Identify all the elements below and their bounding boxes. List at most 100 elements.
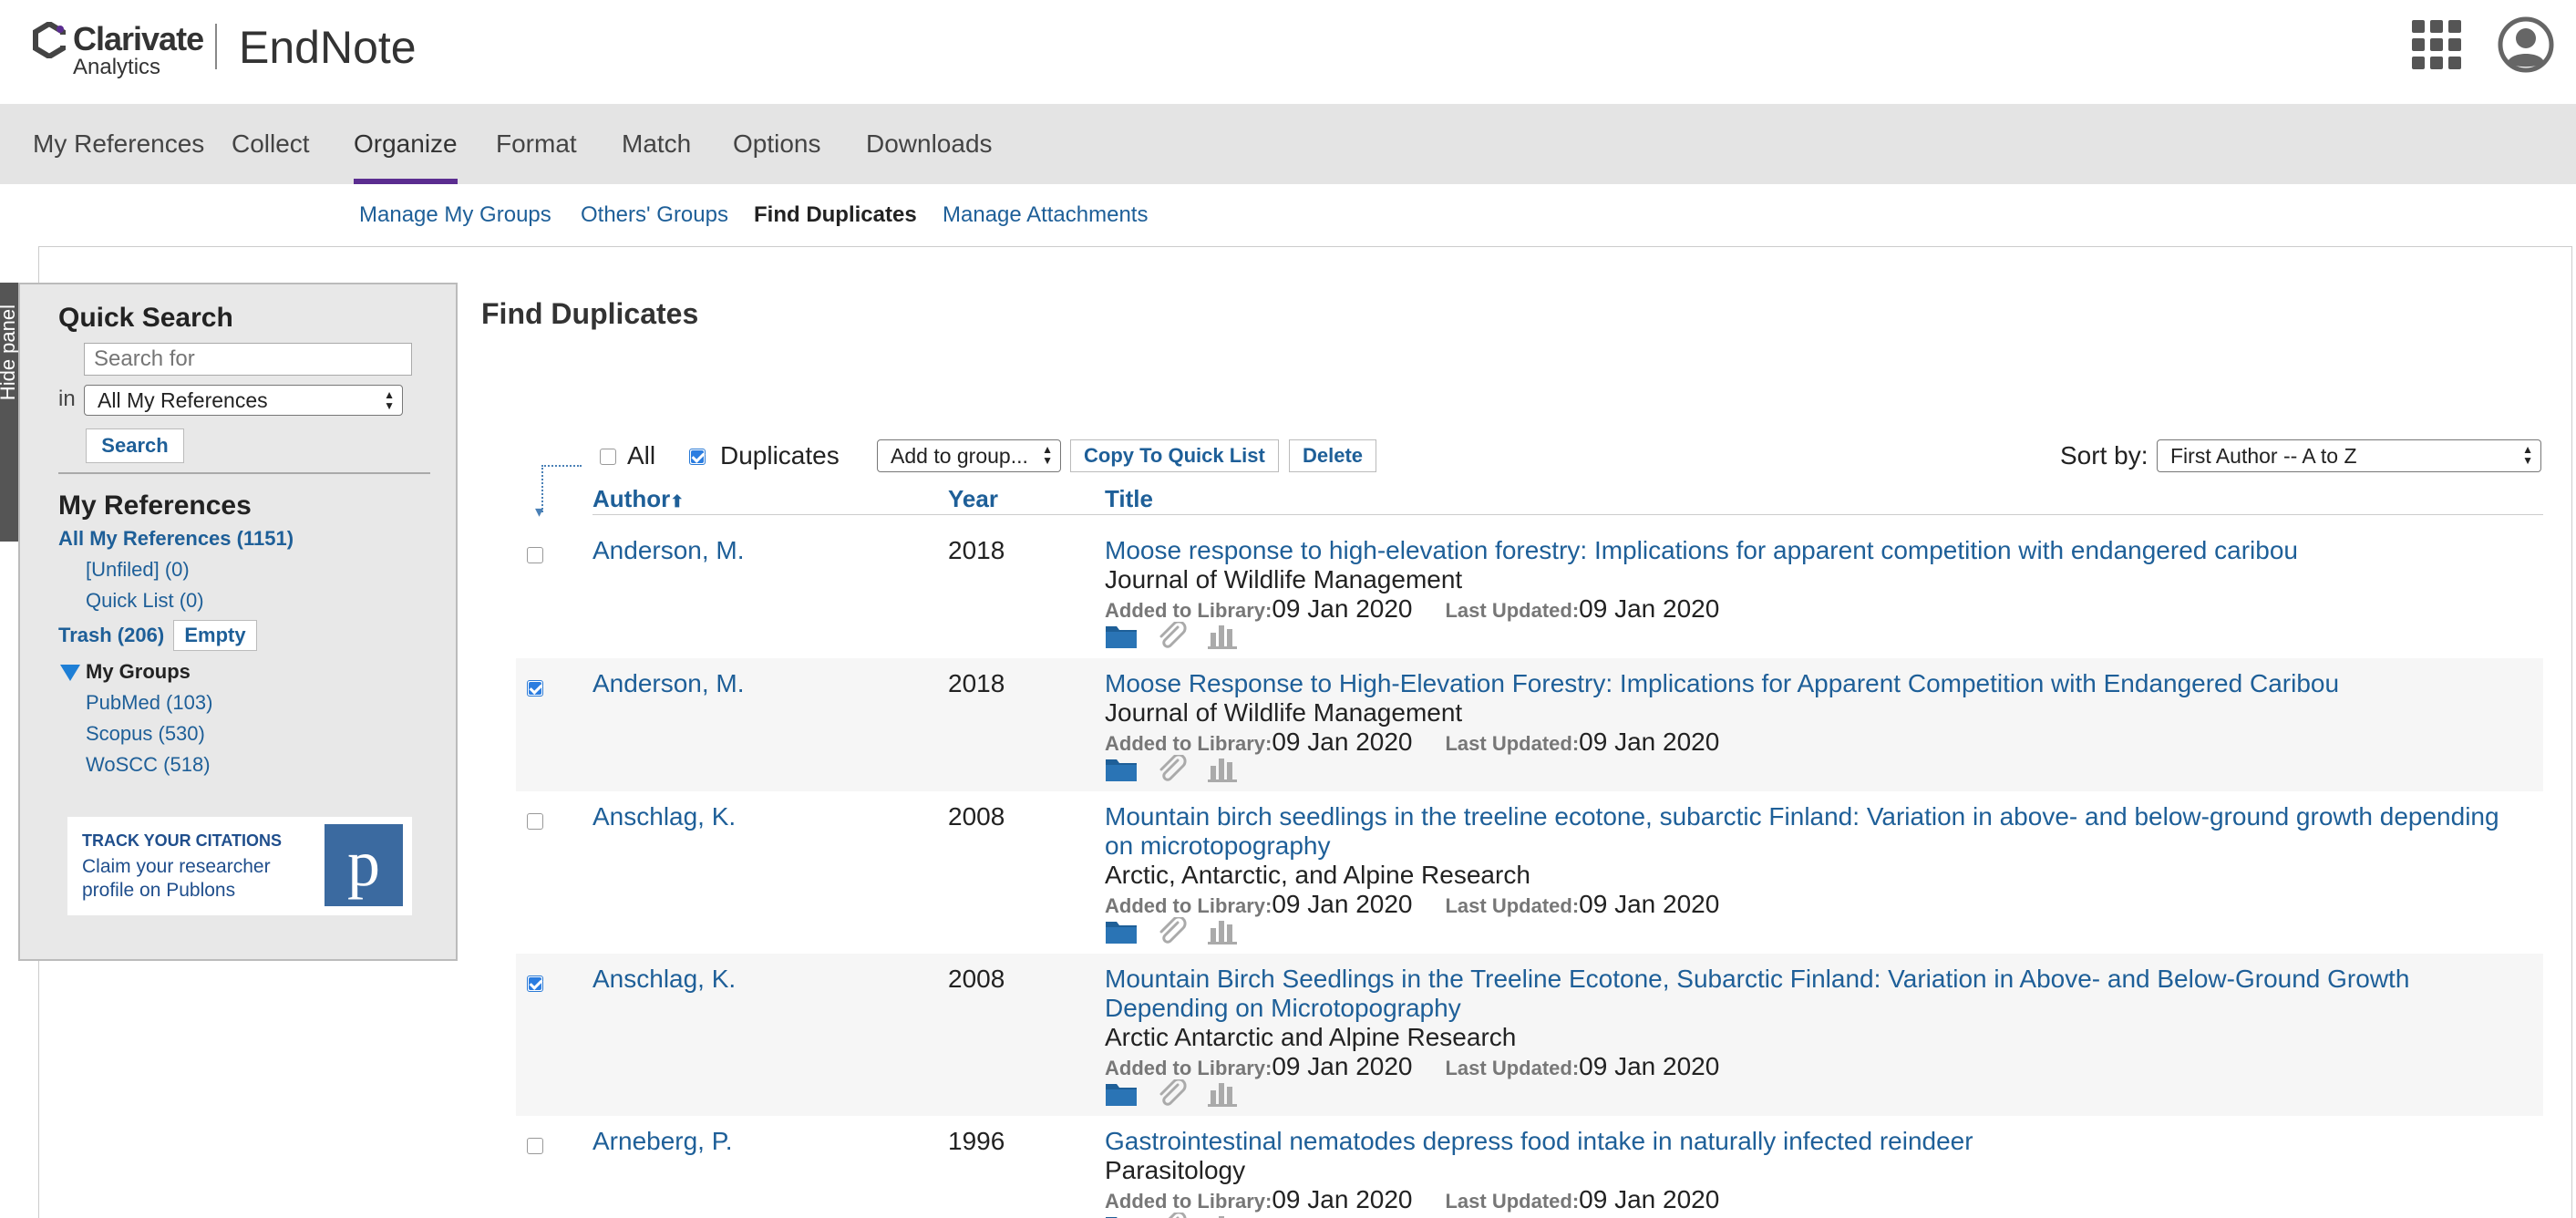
- column-year[interactable]: Year: [948, 485, 998, 513]
- paperclip-icon[interactable]: [1156, 1213, 1189, 1218]
- bar-chart-icon[interactable]: [1207, 1079, 1240, 1107]
- updated-label: Last Updated:: [1445, 732, 1580, 755]
- copy-to-quick-list-button[interactable]: Copy To Quick List: [1070, 439, 1279, 472]
- publons-logo-icon: p: [325, 824, 403, 906]
- row-journal: Journal of Wildlife Management: [1105, 698, 1463, 727]
- avatar-icon[interactable]: [2498, 16, 2554, 73]
- updated-date: 09 Jan 2020: [1579, 1052, 1720, 1080]
- row-title[interactable]: Mountain birch seedlings in the treeline…: [1105, 802, 2509, 861]
- clarivate-logo[interactable]: Clarivate Analytics: [33, 18, 204, 79]
- folder-icon[interactable]: [1105, 622, 1138, 649]
- row-journal: Arctic Antarctic and Alpine Research: [1105, 1023, 1517, 1051]
- group-woscc[interactable]: WoSCC (518): [86, 753, 211, 777]
- sub-nav: Manage My Groups Others' Groups Find Dup…: [0, 184, 2576, 244]
- all-references-link[interactable]: All My References (1151): [58, 527, 294, 551]
- folder-icon[interactable]: [1105, 1213, 1138, 1218]
- search-button[interactable]: Search: [86, 428, 184, 463]
- subnav-find-duplicates[interactable]: Find Duplicates: [754, 202, 917, 228]
- hide-panel-tab[interactable]: Hide panel: [0, 283, 19, 542]
- search-scope-value: All My References: [98, 388, 268, 412]
- add-to-group-select[interactable]: Add to group... ▲ ▼: [877, 439, 1061, 472]
- main-nav: My References Collect Organize Format Ma…: [0, 104, 2576, 184]
- sort-by-select[interactable]: First Author -- A to Z ▲ ▼: [2157, 439, 2541, 472]
- group-pubmed[interactable]: PubMed (103): [86, 691, 212, 715]
- duplicates-label: Duplicates: [720, 441, 840, 470]
- bar-chart-icon[interactable]: [1207, 1213, 1240, 1218]
- subnav-manage-my-groups[interactable]: Manage My Groups: [359, 202, 551, 228]
- folder-icon[interactable]: [1105, 917, 1138, 944]
- row-author[interactable]: Anderson, M.: [592, 669, 745, 698]
- folder-icon[interactable]: [1105, 1079, 1138, 1107]
- updated-label: Last Updated:: [1445, 599, 1580, 622]
- unfiled-link[interactable]: [Unfiled] (0): [86, 558, 190, 582]
- column-author-label: Author: [592, 485, 671, 512]
- row-journal: Journal of Wildlife Management: [1105, 565, 1463, 594]
- row-author[interactable]: Anderson, M.: [592, 536, 745, 565]
- grid-icon[interactable]: [2412, 20, 2461, 69]
- nav-format[interactable]: Format: [496, 104, 577, 184]
- select-all-checkbox[interactable]: [600, 449, 616, 465]
- bar-chart-icon[interactable]: [1207, 622, 1240, 649]
- row-checkbox[interactable]: [527, 1138, 543, 1154]
- added-label: Added to Library:: [1105, 599, 1273, 622]
- added-date: 09 Jan 2020: [1272, 728, 1413, 756]
- row-title[interactable]: Gastrointestinal nematodes depress food …: [1105, 1127, 2509, 1156]
- row-year: 2008: [948, 965, 1005, 993]
- select-arrows-icon: ▲ ▼: [384, 388, 395, 412]
- my-groups-heading[interactable]: My Groups: [60, 660, 191, 684]
- row-title[interactable]: Mountain Birch Seedlings in the Treeline…: [1105, 965, 2509, 1023]
- subnav-manage-attachments[interactable]: Manage Attachments: [943, 202, 1148, 228]
- hide-panel-label: Hide panel: [0, 304, 19, 401]
- subnav-others-groups[interactable]: Others' Groups: [581, 202, 728, 228]
- empty-trash-button[interactable]: Empty: [173, 620, 257, 651]
- bar-chart-icon[interactable]: [1207, 917, 1240, 944]
- bar-chart-icon[interactable]: [1207, 755, 1240, 782]
- row-year: 2008: [948, 802, 1005, 831]
- added-date: 09 Jan 2020: [1272, 594, 1413, 623]
- row-checkbox[interactable]: [527, 813, 543, 830]
- row-meta: Added to Library:09 Jan 2020 Last Updated…: [1105, 1052, 1719, 1081]
- folder-icon[interactable]: [1105, 755, 1138, 782]
- row-checkbox[interactable]: [527, 547, 543, 563]
- nav-organize[interactable]: Organize: [354, 104, 458, 184]
- paperclip-icon[interactable]: [1156, 1079, 1189, 1107]
- row-author[interactable]: Anschlag, K.: [592, 802, 736, 831]
- row-year: 2018: [948, 669, 1005, 697]
- row-meta: Added to Library:09 Jan 2020 Last Updated…: [1105, 594, 1719, 624]
- duplicates-checkbox[interactable]: [689, 449, 706, 465]
- nav-options[interactable]: Options: [733, 104, 821, 184]
- arrow-down-icon: ▾: [535, 502, 544, 521]
- nav-collect[interactable]: Collect: [232, 104, 310, 184]
- added-label: Added to Library:: [1105, 732, 1273, 755]
- search-scope-select[interactable]: All My References ▲ ▼: [84, 385, 403, 416]
- selection-bracket: [541, 465, 582, 512]
- paperclip-icon[interactable]: [1156, 917, 1189, 944]
- quick-search-input[interactable]: [84, 343, 412, 376]
- row-title[interactable]: Moose response to high-elevation forestr…: [1105, 536, 2509, 565]
- row-author[interactable]: Anschlag, K.: [592, 965, 736, 994]
- row-author[interactable]: Arneberg, P.: [592, 1127, 733, 1156]
- logo-sub: Analytics: [73, 55, 161, 79]
- nav-match[interactable]: Match: [622, 104, 691, 184]
- row-checkbox[interactable]: [527, 680, 543, 697]
- nav-downloads[interactable]: Downloads: [866, 104, 993, 184]
- row-title[interactable]: Moose Response to High-Elevation Forestr…: [1105, 669, 2509, 698]
- select-arrows-icon: ▲ ▼: [1042, 443, 1053, 467]
- trash-link[interactable]: Trash (206): [58, 624, 164, 647]
- updated-label: Last Updated:: [1445, 894, 1580, 917]
- group-scopus[interactable]: Scopus (530): [86, 722, 205, 746]
- table-row: Anschlag, K. 2008 Mountain Birch Seedlin…: [516, 954, 2543, 1116]
- app-name: EndNote: [239, 22, 417, 73]
- paperclip-icon[interactable]: [1156, 755, 1189, 782]
- delete-button[interactable]: Delete: [1289, 439, 1377, 472]
- table-row: Anderson, M. 2018 Moose response to high…: [516, 525, 2543, 658]
- sort-by-label: Sort by:: [2060, 441, 2148, 470]
- row-checkbox[interactable]: [527, 975, 543, 992]
- quick-list-link[interactable]: Quick List (0): [86, 589, 204, 613]
- paperclip-icon[interactable]: [1156, 622, 1189, 649]
- nav-my-references[interactable]: My References: [33, 104, 204, 184]
- column-author[interactable]: Author⬆: [592, 485, 684, 513]
- publons-promo[interactable]: TRACK YOUR CITATIONS Claim your research…: [67, 817, 412, 915]
- column-title[interactable]: Title: [1105, 485, 1153, 513]
- sort-arrow-icon: ⬆: [670, 492, 685, 511]
